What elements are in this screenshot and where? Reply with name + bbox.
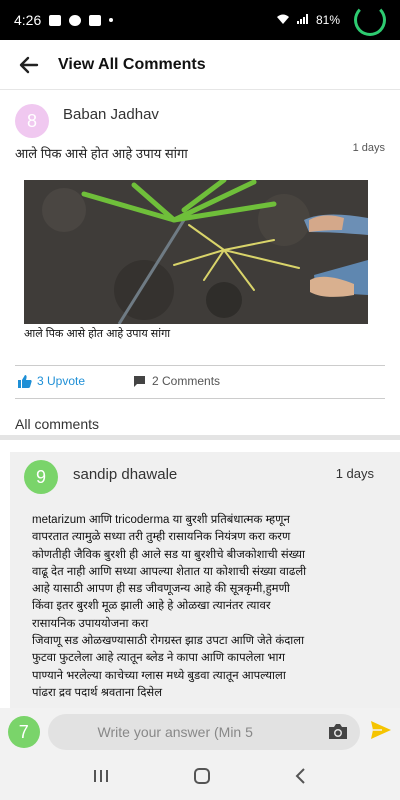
send-icon (371, 720, 391, 739)
home-icon (193, 767, 210, 784)
back-button[interactable] (0, 40, 58, 90)
post-age: 1 days (352, 142, 385, 154)
chevron-left-icon (295, 767, 306, 784)
wifi-icon (276, 13, 290, 28)
thumbs-up-icon (18, 374, 32, 388)
comment-line: फुटवा फुटलेला आहे त्यातून ब्लेड ने कापा … (32, 652, 285, 665)
system-nav-bar (0, 756, 400, 800)
answer-composer: 7 Write your answer (Min 5 (0, 708, 400, 756)
author-name: Baban Jadhav (63, 106, 159, 123)
comments-count-button[interactable]: 2 Comments (133, 374, 220, 388)
comment-age: 1 days (335, 466, 374, 481)
facebook-icon (69, 14, 82, 26)
comment-card: 9 sandip dhawale 1 days metarizum आणि tr… (10, 452, 400, 708)
comment-line: किंवा इतर बुरशी मूळ झाली आहे हे ओळखा त्य… (32, 600, 271, 613)
image-caption: आले पिक आसे होत आहे उपाय सांगा (24, 328, 171, 340)
status-bar: 4:26 81% (0, 0, 400, 40)
signal-icon (296, 13, 310, 28)
question-text: आले पिक आसे होत आहे उपाय सांगा (15, 146, 188, 161)
comment-line: वाढू देत नाही आणि सध्या आपल्या शेतात या … (32, 565, 307, 578)
recent-apps-icon (93, 769, 108, 782)
comment-icon (134, 375, 145, 387)
comment-line: वापरतात त्यामुळे सध्या तरी तुम्ही रासायन… (32, 531, 291, 544)
status-time: 4:26 (14, 12, 42, 28)
page-title: View All Comments (58, 55, 206, 73)
section-heading: All comments (15, 416, 100, 432)
send-button[interactable] (370, 720, 392, 745)
comment-line: पाण्याने भरलेल्या काचेच्या ग्लास मध्ये ब… (32, 669, 286, 682)
question-post: 8 Baban Jadhav आले पिक आसे होत आहे उपाय … (0, 92, 400, 432)
upvote-button[interactable]: 3 Upvote (18, 374, 133, 388)
comment-line: metarizum आणि tricoderma या बुरशी प्रतिब… (32, 514, 290, 526)
current-user-avatar: 7 (8, 716, 40, 748)
home-button[interactable] (193, 767, 211, 790)
more-notifications-dot (109, 18, 114, 22)
recent-apps-button[interactable] (92, 768, 110, 789)
author-avatar: 8 (15, 104, 49, 138)
divider (15, 398, 385, 399)
comment-line: आहे यासाठी आपण ही सड जीवणूजन्य आहे की सू… (32, 583, 290, 596)
answer-input[interactable]: Write your answer (Min 5 (47, 714, 360, 750)
commenter-avatar: 9 (24, 460, 58, 494)
comment-line: रासायनिक उपाययोजना करा (32, 617, 149, 630)
divider (15, 365, 385, 366)
post-actions: 3 Upvote 2 Comments (18, 374, 220, 388)
camera-button[interactable] (328, 723, 348, 743)
commenter-name: sandip dhawale (73, 466, 178, 483)
answer-placeholder: Write your answer (Min 5 (97, 724, 253, 740)
gallery-icon (49, 14, 62, 26)
crop-photo-illustration (24, 180, 368, 324)
camera-icon (329, 724, 347, 739)
arrow-left-icon (19, 56, 39, 73)
app-bar: View All Comments (0, 40, 400, 90)
comments-label: 2 Comments (152, 374, 221, 388)
comment-body: metarizum आणि tricoderma या बुरशी प्रतिब… (32, 512, 382, 702)
notification-icon (89, 14, 102, 26)
battery-percent: 81% (315, 13, 340, 27)
post-image[interactable] (24, 180, 368, 324)
comment-line: जिवाणू सड ओळखण्यासाठी रोगग्रस्त झाड उपटा… (32, 635, 305, 648)
upvote-label: 3 Upvote (37, 374, 86, 388)
section-separator (0, 435, 400, 440)
comment-line: कोणतीही जैविक बुरशी ही आले सड या बुरशीचे… (32, 548, 306, 561)
comments-scroll-area[interactable]: 8 Baban Jadhav आले पिक आसे होत आहे उपाय … (0, 92, 400, 708)
nav-back-button[interactable] (294, 767, 308, 790)
comment-line: पांढरा द्रव पदार्थ श्रवताना दिसेल (32, 686, 162, 699)
loading-spinner-icon (354, 4, 386, 36)
